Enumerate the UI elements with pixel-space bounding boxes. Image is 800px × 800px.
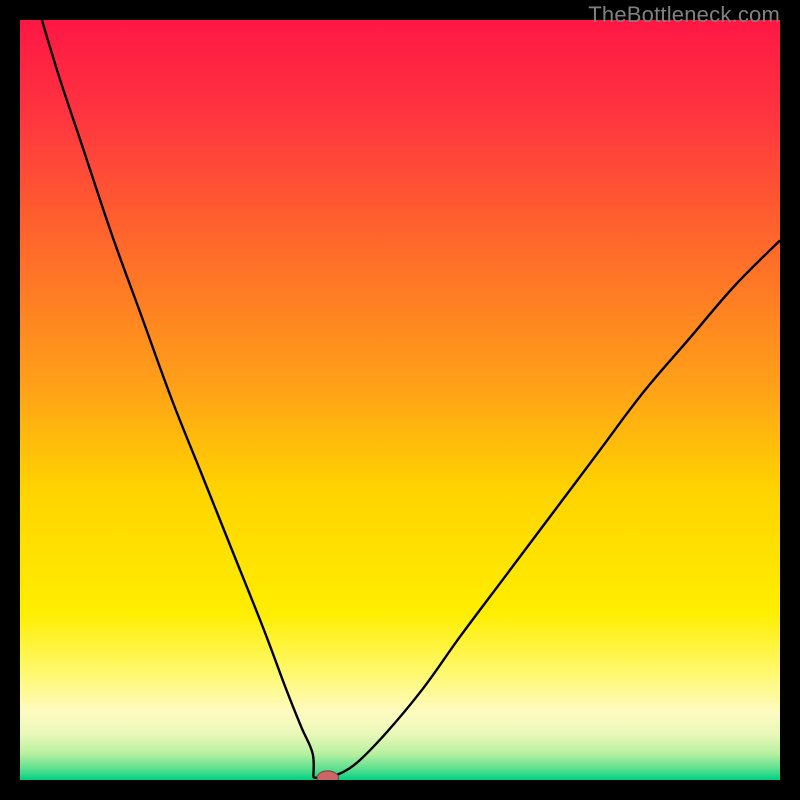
bottleneck-plot bbox=[20, 20, 780, 780]
gradient-background bbox=[20, 20, 780, 780]
chart-frame bbox=[20, 20, 780, 780]
watermark-text: TheBottleneck.com bbox=[588, 2, 780, 28]
